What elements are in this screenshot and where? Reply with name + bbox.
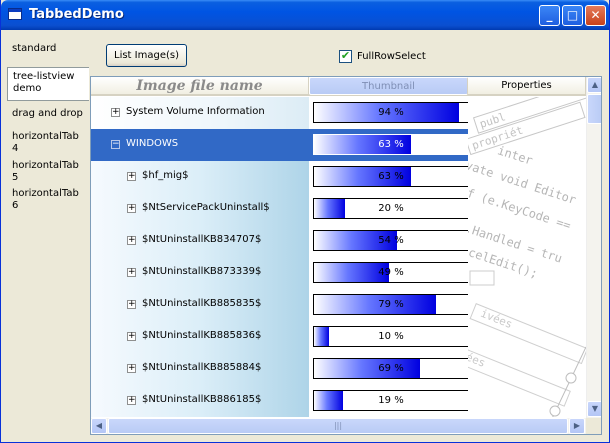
scroll-down-button[interactable]: ▼ bbox=[587, 401, 601, 417]
row-thumbnail-cell[interactable]: 19 % bbox=[309, 385, 469, 417]
expand-toggle-icon[interactable]: + bbox=[111, 108, 120, 117]
progress-bar: 63 % bbox=[313, 166, 469, 187]
row-name-text: $NtUninstallKB885835$ bbox=[142, 298, 262, 309]
row-name-cell[interactable]: + $NtServicePackUninstall$ bbox=[91, 193, 309, 225]
progress-bar: 94 % bbox=[313, 102, 469, 123]
row-name-cell[interactable]: − WINDOWS bbox=[91, 129, 309, 161]
progress-bar: 79 % bbox=[313, 294, 469, 315]
row-name-cell[interactable]: + $hf_mig$ bbox=[91, 161, 309, 193]
progress-percent-text: 10 % bbox=[378, 331, 404, 342]
horizontal-scroll-thumb[interactable]: ||| bbox=[108, 418, 568, 434]
properties-background-image: publ propriét inter vate void Editor f (… bbox=[468, 97, 586, 417]
row-thumbnail-cell[interactable]: 69 % bbox=[309, 353, 469, 385]
row-name-cell[interactable]: + $NtUninstallKB885884$ bbox=[91, 353, 309, 385]
expand-toggle-icon[interactable]: + bbox=[127, 396, 136, 405]
row-name-text: $NtUninstallKB885836$ bbox=[142, 330, 262, 341]
row-name-cell[interactable]: + System Volume Information bbox=[91, 97, 309, 129]
row-name-cell[interactable]: + $NtUninstallKB834707$ bbox=[91, 225, 309, 257]
scrollbar-corner bbox=[586, 418, 601, 434]
expand-toggle-icon[interactable]: + bbox=[127, 268, 136, 277]
column-header-thumbnail[interactable]: Thumbnail bbox=[309, 77, 468, 95]
progress-bar: 10 % bbox=[313, 326, 469, 347]
full-row-select-option[interactable]: ✔ FullRowSelect bbox=[339, 49, 426, 63]
vertical-scrollbar[interactable]: ▲ ▼ bbox=[586, 77, 601, 418]
row-name-text: $hf_mig$ bbox=[142, 170, 189, 181]
close-button[interactable]: ✕ bbox=[585, 5, 606, 26]
column-header: Image file name Thumbnail Properties bbox=[91, 77, 586, 96]
progress-percent-text: 79 % bbox=[378, 299, 404, 310]
full-row-select-label[interactable]: FullRowSelect bbox=[357, 51, 426, 62]
row-name-text: System Volume Information bbox=[126, 106, 265, 117]
expand-toggle-icon[interactable]: + bbox=[127, 364, 136, 373]
vertical-scroll-thumb[interactable] bbox=[587, 94, 601, 124]
row-name-text: $NtServicePackUninstall$ bbox=[142, 202, 270, 213]
app-window: TabbedDemo _ □ ✕ standard tree-listview … bbox=[0, 0, 610, 443]
tab-drag-and-drop[interactable]: drag and drop bbox=[7, 105, 89, 127]
row-thumbnail-cell[interactable]: 94 % bbox=[309, 97, 469, 129]
progress-percent-text: 63 % bbox=[378, 139, 404, 150]
title-bar[interactable]: TabbedDemo _ □ ✕ bbox=[1, 0, 609, 30]
progress-percent-text: 20 % bbox=[378, 203, 404, 214]
row-thumbnail-cell[interactable]: 20 % bbox=[309, 193, 469, 225]
row-thumbnail-cell[interactable]: 63 % bbox=[309, 129, 469, 161]
row-name-cell[interactable]: + $NtUninstallKB873339$ bbox=[91, 257, 309, 289]
row-name-cell[interactable]: + $NtUninstallKB886185$ bbox=[91, 385, 309, 417]
progress-bar: 63 % bbox=[313, 134, 469, 155]
window-icon bbox=[8, 8, 22, 20]
progress-percent-text: 69 % bbox=[378, 363, 404, 374]
svg-text:inter: inter bbox=[496, 143, 535, 167]
row-name-cell[interactable]: + $NtUninstallKB885835$ bbox=[91, 289, 309, 321]
scroll-left-button[interactable]: ◀ bbox=[91, 418, 107, 434]
tab-tree-listview-demo[interactable]: tree-listview demo bbox=[7, 67, 89, 101]
progress-percent-text: 49 % bbox=[378, 267, 404, 278]
full-row-select-checkbox[interactable]: ✔ bbox=[339, 49, 352, 63]
progress-bar: 49 % bbox=[313, 262, 469, 283]
progress-percent-text: 94 % bbox=[378, 107, 404, 118]
column-header-properties[interactable]: Properties bbox=[468, 77, 586, 95]
vertical-tab-strip: standard tree-listview demo drag and dro… bbox=[7, 36, 89, 436]
scroll-up-button[interactable]: ▲ bbox=[587, 77, 601, 93]
code-watermark-image: publ propriét inter vate void Editor f (… bbox=[468, 97, 586, 417]
row-thumbnail-cell[interactable]: 63 % bbox=[309, 161, 469, 193]
expand-toggle-icon[interactable]: + bbox=[127, 300, 136, 309]
tab-panel-tree-listview: List Image(s) ✔ FullRowSelect Image file… bbox=[90, 35, 603, 435]
expand-toggle-icon[interactable]: − bbox=[111, 140, 120, 149]
progress-bar: 19 % bbox=[313, 390, 469, 411]
column-header-image-file-name[interactable]: Image file name bbox=[91, 77, 309, 95]
row-thumbnail-cell[interactable]: 54 % bbox=[309, 225, 469, 257]
row-name-cell[interactable]: + $NtUninstallKB885836$ bbox=[91, 321, 309, 353]
client-area: standard tree-listview demo drag and dro… bbox=[4, 30, 606, 440]
row-thumbnail-cell[interactable]: 10 % bbox=[309, 321, 469, 353]
progress-bar: 20 % bbox=[313, 198, 469, 219]
row-name-text: $NtUninstallKB873339$ bbox=[142, 266, 262, 277]
expand-toggle-icon[interactable]: + bbox=[127, 204, 136, 213]
svg-text:ivées: ivées bbox=[479, 307, 515, 331]
row-name-text: $NtUninstallKB886185$ bbox=[142, 394, 262, 405]
tab-standard[interactable]: standard bbox=[7, 40, 89, 62]
tab-horizontaltab-4[interactable]: horizontalTab 4 bbox=[7, 128, 89, 158]
progress-percent-text: 19 % bbox=[378, 395, 404, 406]
progress-bar: 54 % bbox=[313, 230, 469, 251]
expand-toggle-icon[interactable]: + bbox=[127, 172, 136, 181]
minimize-button[interactable]: _ bbox=[539, 5, 560, 26]
maximize-button[interactable]: □ bbox=[562, 5, 583, 26]
svg-text:publ: publ bbox=[478, 110, 507, 131]
scroll-right-button[interactable]: ▶ bbox=[569, 418, 585, 434]
window-title: TabbedDemo bbox=[29, 7, 124, 22]
progress-percent-text: 63 % bbox=[378, 171, 404, 182]
expand-toggle-icon[interactable]: + bbox=[127, 236, 136, 245]
tab-horizontaltab-5[interactable]: horizontalTab 5 bbox=[7, 157, 89, 187]
tree-list-view[interactable]: Image file name Thumbnail Properties + Sy… bbox=[90, 76, 602, 435]
expand-toggle-icon[interactable]: + bbox=[127, 332, 136, 341]
tab-horizontaltab-6[interactable]: horizontalTab 6 bbox=[7, 185, 89, 215]
progress-percent-text: 54 % bbox=[378, 235, 404, 246]
row-name-text: $NtUninstallKB885884$ bbox=[142, 362, 262, 373]
row-name-text: $NtUninstallKB834707$ bbox=[142, 234, 262, 245]
row-thumbnail-cell[interactable]: 49 % bbox=[309, 257, 469, 289]
horizontal-scrollbar[interactable]: ◀ ||| ▶ bbox=[91, 418, 586, 434]
row-thumbnail-cell[interactable]: 79 % bbox=[309, 289, 469, 321]
list-images-button[interactable]: List Image(s) bbox=[106, 44, 187, 67]
progress-bar: 69 % bbox=[313, 358, 469, 379]
row-name-text: WINDOWS bbox=[126, 138, 179, 149]
